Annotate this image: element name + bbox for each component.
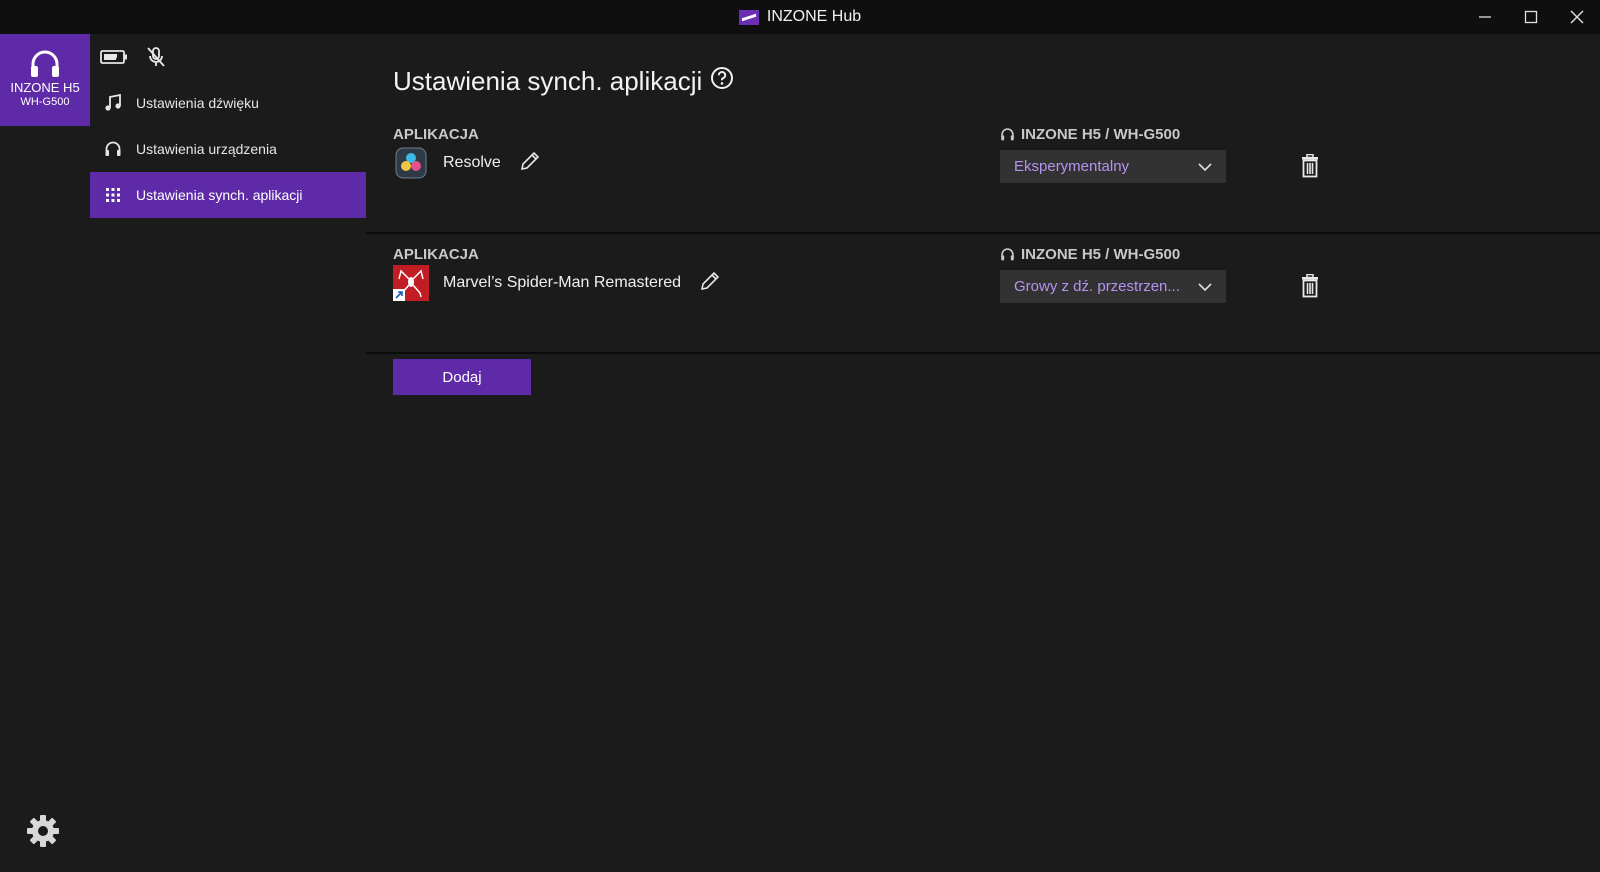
app-entry: Marvel’s Spider-Man Remastered <box>393 264 721 302</box>
close-button[interactable] <box>1554 0 1600 34</box>
spiderman-app-icon <box>393 265 429 301</box>
delete-app-button[interactable] <box>1298 272 1322 300</box>
chevron-down-icon <box>1198 282 1212 291</box>
app-sync-row: APLIKACJA Marvel’s Spider-Man Remastered… <box>366 234 1600 354</box>
nav-item-device-settings[interactable]: Ustawienia urządzenia <box>90 126 366 172</box>
chevron-down-icon <box>1198 162 1212 171</box>
close-icon <box>1570 10 1584 24</box>
edit-app-button[interactable] <box>699 270 721 297</box>
trash-icon <box>1302 154 1318 178</box>
mic-muted-icon <box>147 47 165 67</box>
window-title: INZONE Hub <box>0 0 1600 34</box>
nav-item-label: Ustawienia dźwięku <box>136 95 259 111</box>
nav-item-label: Ustawienia urządzenia <box>136 141 277 157</box>
nav-item-app-sync-settings[interactable]: Ustawienia synch. aplikacji <box>90 172 366 218</box>
device-status <box>100 46 166 68</box>
profile-dropdown-value: Growy z dź. przestrzen... <box>1014 278 1180 295</box>
nav-item-sound-settings[interactable]: Ustawienia dźwięku <box>90 80 366 126</box>
profile-dropdown[interactable]: Growy z dź. przestrzen... <box>1000 270 1226 303</box>
app-column-header: APLIKACJA <box>393 246 479 263</box>
trash-icon <box>1302 274 1318 298</box>
device-tile[interactable]: INZONE H5 WH-G500 <box>0 34 90 126</box>
device-column-header-text: INZONE H5 / WH-G500 <box>1021 126 1181 143</box>
nav-item-label: Ustawienia synch. aplikacji <box>136 187 303 203</box>
app-entry: Resolve <box>393 144 541 182</box>
help-button[interactable] <box>710 66 734 97</box>
battery-icon <box>100 50 127 64</box>
inzone-logo-icon <box>738 9 759 25</box>
maximize-icon <box>1524 10 1538 24</box>
add-app-button[interactable]: Dodaj <box>393 359 531 395</box>
app-sync-row: APLIKACJA Resolve INZONE H5 / WH-G500 Ek… <box>366 114 1600 234</box>
settings-nav: Ustawienia dźwięku Ustawienia urządzenia… <box>90 80 366 218</box>
resolve-app-icon <box>393 145 429 181</box>
delete-app-button[interactable] <box>1298 152 1322 180</box>
minimize-button[interactable] <box>1462 0 1508 34</box>
app-name: Marvel’s Spider-Man Remastered <box>443 274 682 291</box>
title-bar: INZONE Hub <box>0 0 1600 34</box>
settings-button[interactable] <box>25 813 61 849</box>
help-circle-icon <box>711 67 734 89</box>
device-rail: INZONE H5 WH-G500 <box>0 34 90 872</box>
profile-dropdown[interactable]: Eksperymentalny <box>1000 150 1226 183</box>
headphones-icon <box>31 50 59 77</box>
app-name: Resolve <box>443 154 501 171</box>
headphones-icon <box>1001 248 1014 261</box>
maximize-button[interactable] <box>1508 0 1554 34</box>
device-column-header: INZONE H5 / WH-G500 <box>1000 126 1180 143</box>
music-note-icon <box>104 94 122 112</box>
page-title: Ustawienia synch. aplikacji <box>393 66 734 97</box>
headphones-icon <box>104 140 122 158</box>
headphones-icon <box>1001 128 1014 141</box>
minimize-icon <box>1479 16 1491 18</box>
device-model: WH-G500 <box>20 96 70 108</box>
pencil-icon <box>520 151 539 170</box>
window-controls <box>1462 0 1600 34</box>
profile-dropdown-value: Eksperymentalny <box>1014 158 1130 175</box>
main-content: Ustawienia synch. aplikacji APLIKACJA Re… <box>366 34 1600 872</box>
page-title-text: Ustawienia synch. aplikacji <box>393 66 703 96</box>
gear-icon <box>27 815 59 847</box>
device-column-header: INZONE H5 / WH-G500 <box>1000 246 1180 263</box>
grid-icon <box>104 186 122 204</box>
window-title-text: INZONE Hub <box>766 8 862 25</box>
device-column-header-text: INZONE H5 / WH-G500 <box>1021 246 1181 263</box>
device-name: INZONE H5 <box>10 80 80 95</box>
app-column-header: APLIKACJA <box>393 126 479 143</box>
pencil-icon <box>700 271 720 290</box>
edit-app-button[interactable] <box>519 150 541 177</box>
